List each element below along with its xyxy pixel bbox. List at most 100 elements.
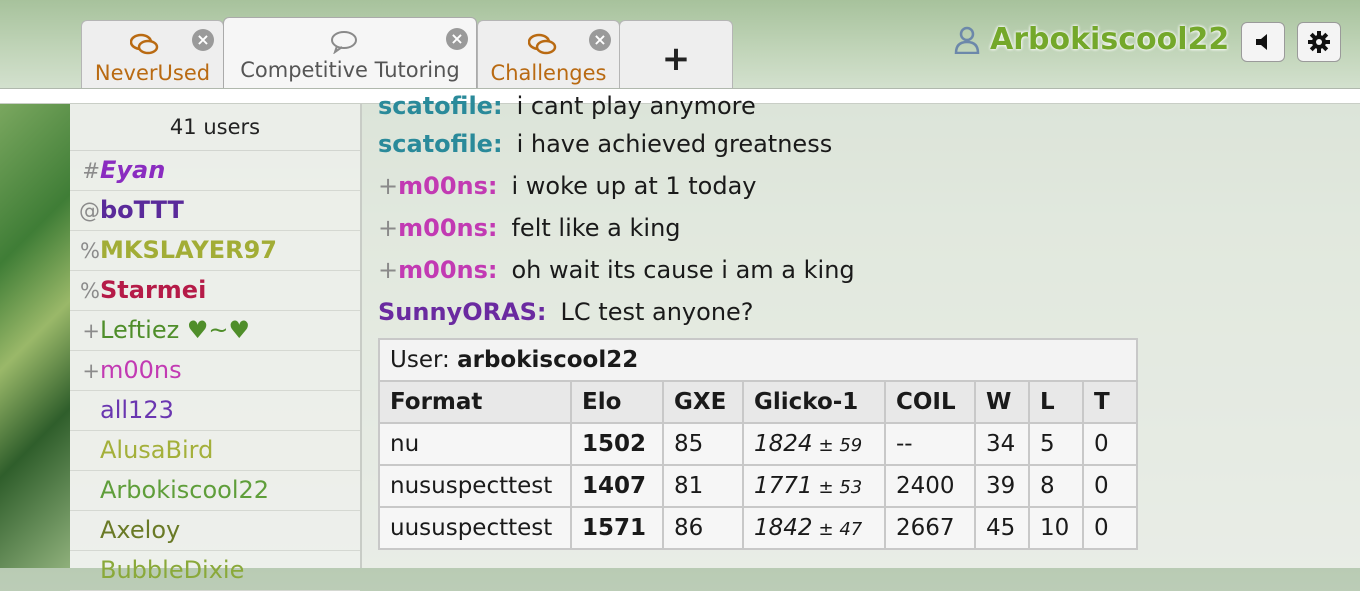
ranking-format: nususpecttest <box>378 464 572 508</box>
user-name[interactable]: Starmei <box>100 276 206 304</box>
user-list: 41 users #Eyan @boTTT %MKSLAYER97 %Starmei +… <box>70 104 362 591</box>
ranking-ties: 0 <box>1082 422 1138 466</box>
user-icon <box>954 26 980 61</box>
user-list-item[interactable]: Arbokiscool22 <box>70 471 360 511</box>
user-rank-symbol: # <box>82 159 100 183</box>
user-name[interactable]: Axeloy <box>100 516 180 544</box>
ranking-glicko: 1824 ± 59 <box>742 422 886 466</box>
ranking-glicko: 1771 ± 53 <box>742 464 886 508</box>
user-list-item[interactable]: Axeloy <box>70 511 360 551</box>
ranking-gxe: 86 <box>662 506 744 550</box>
user-name[interactable]: Leftiez ♥~♥ <box>100 316 250 344</box>
user-list-item[interactable]: %MKSLAYER97 <box>70 231 360 271</box>
ranking-wins: 34 <box>974 422 1030 466</box>
chat-author[interactable]: SunnyORAS: <box>378 298 547 326</box>
user-list-item[interactable]: %Starmei <box>70 271 360 311</box>
sound-button[interactable] <box>1241 22 1285 62</box>
chat-text: oh wait its cause i am a king <box>511 256 855 284</box>
volume-icon <box>1253 29 1273 54</box>
user-count: 41 users <box>70 104 360 151</box>
ranking-column-header: L <box>1028 380 1084 424</box>
chat-author[interactable]: m00ns: <box>398 214 497 242</box>
ranking-elo: 1407 <box>570 464 664 508</box>
ranking-column-header: T <box>1082 380 1138 424</box>
ranking-format: nu <box>378 422 572 466</box>
ranking-losses: 10 <box>1028 506 1084 550</box>
user-list-item[interactable]: #Eyan <box>70 151 360 191</box>
close-tab-icon[interactable]: × <box>589 29 611 51</box>
user-list-item[interactable]: all123 <box>70 391 360 431</box>
user-list-item[interactable]: +m00ns <box>70 351 360 391</box>
chat-text: i have achieved greatness <box>516 130 833 158</box>
ranking-user-row: User: arbokiscool22 <box>378 338 1138 382</box>
new-tab-button[interactable]: + <box>619 20 733 88</box>
chat-message: SunnyORAS: LC test anyone? <box>378 298 754 326</box>
tab-challenges[interactable]: × Challenges <box>477 20 620 88</box>
ranking-ties: 0 <box>1082 506 1138 550</box>
user-name[interactable]: m00ns <box>100 356 182 384</box>
user-name[interactable]: Arbokiscool22 <box>100 476 269 504</box>
chat-message: +m00ns: felt like a king <box>378 214 681 242</box>
ranking-gxe: 85 <box>662 422 744 466</box>
tab-competitive-tutoring[interactable]: × Competitive Tutoring <box>223 17 477 90</box>
user-list-item[interactable]: +Leftiez ♥~♥ <box>70 311 360 351</box>
chat-text: i cant play anymore <box>516 92 756 120</box>
chat-author[interactable]: m00ns: <box>398 256 497 284</box>
chat-group-symbol: + <box>378 172 399 200</box>
ranking-losses: 8 <box>1028 464 1084 508</box>
chat-author[interactable]: scatofile: <box>378 92 503 120</box>
settings-button[interactable] <box>1297 22 1341 62</box>
tab-neverused[interactable]: × NeverUsed <box>81 20 224 88</box>
user-list-item[interactable]: BubbleDixie <box>70 551 360 591</box>
ranking-column-header: Elo <box>570 380 664 424</box>
ranking-row: nususpecttest 1407 81 1771 ± 53 2400 39 8 0 <box>378 464 1138 508</box>
glicko-value: 1842 <box>754 515 813 541</box>
plus-icon: + <box>661 39 691 79</box>
chat-message: scatofile: i have achieved greatness <box>378 130 832 158</box>
user-name[interactable]: AlusaBird <box>100 436 213 464</box>
glicko-deviation: ± 47 <box>818 519 863 540</box>
ranking-header-row: Format Elo GXE Glicko-1 COIL W L T <box>378 380 1138 424</box>
user-name[interactable]: Eyan <box>100 156 165 184</box>
ranking-wins: 45 <box>974 506 1030 550</box>
chat-author[interactable]: scatofile: <box>378 130 503 158</box>
user-name[interactable]: boTTT <box>100 196 184 224</box>
ranking-glicko: 1842 ± 47 <box>742 506 886 550</box>
ranking-format: uususpecttest <box>378 506 572 550</box>
close-tab-icon[interactable]: × <box>446 28 468 50</box>
chat-message: +m00ns: i woke up at 1 today <box>378 172 757 200</box>
ranking-column-header: W <box>974 380 1030 424</box>
ranking-row: nu 1502 85 1824 ± 59 -- 34 5 0 <box>378 422 1138 466</box>
ranking-column-header: COIL <box>884 380 976 424</box>
user-name[interactable]: BubbleDixie <box>100 556 244 584</box>
ranking-user-label: User: <box>390 347 450 373</box>
ranking-column-header: Format <box>378 380 572 424</box>
user-rank-symbol: + <box>82 359 100 383</box>
ranking-coil: -- <box>884 422 976 466</box>
close-tab-icon[interactable]: × <box>192 29 214 51</box>
tab-label: NeverUsed <box>94 61 211 85</box>
chat-message: scatofile: i cant play anymore <box>378 92 756 120</box>
user-rank-symbol: % <box>80 279 100 303</box>
tab-label: Competitive Tutoring <box>240 58 460 82</box>
ranking-coil: 2400 <box>884 464 976 508</box>
chat-text: LC test anyone? <box>560 298 754 326</box>
chat-author[interactable]: m00ns: <box>398 172 497 200</box>
user-name[interactable]: MKSLAYER97 <box>100 236 277 264</box>
user-name[interactable]: all123 <box>100 396 174 424</box>
glicko-deviation: ± 53 <box>818 477 863 498</box>
gear-icon <box>1307 29 1331 54</box>
background-art <box>0 104 70 568</box>
chat-message: +m00ns: oh wait its cause i am a king <box>378 256 855 284</box>
glicko-value: 1824 <box>754 431 813 457</box>
ranking-wins: 39 <box>974 464 1030 508</box>
user-list-item[interactable]: AlusaBird <box>70 431 360 471</box>
ranking-ties: 0 <box>1082 464 1138 508</box>
user-rank-symbol: % <box>80 239 100 263</box>
ranking-elo: 1502 <box>570 422 664 466</box>
username[interactable]: Arbokiscool22 <box>990 22 1229 57</box>
user-list-item[interactable]: @boTTT <box>70 191 360 231</box>
chat-group-symbol: + <box>378 214 399 242</box>
ranking-row: uususpecttest 1571 86 1842 ± 47 2667 45 10 0 <box>378 506 1138 550</box>
ranking-user-name: arbokiscool22 <box>457 347 639 373</box>
